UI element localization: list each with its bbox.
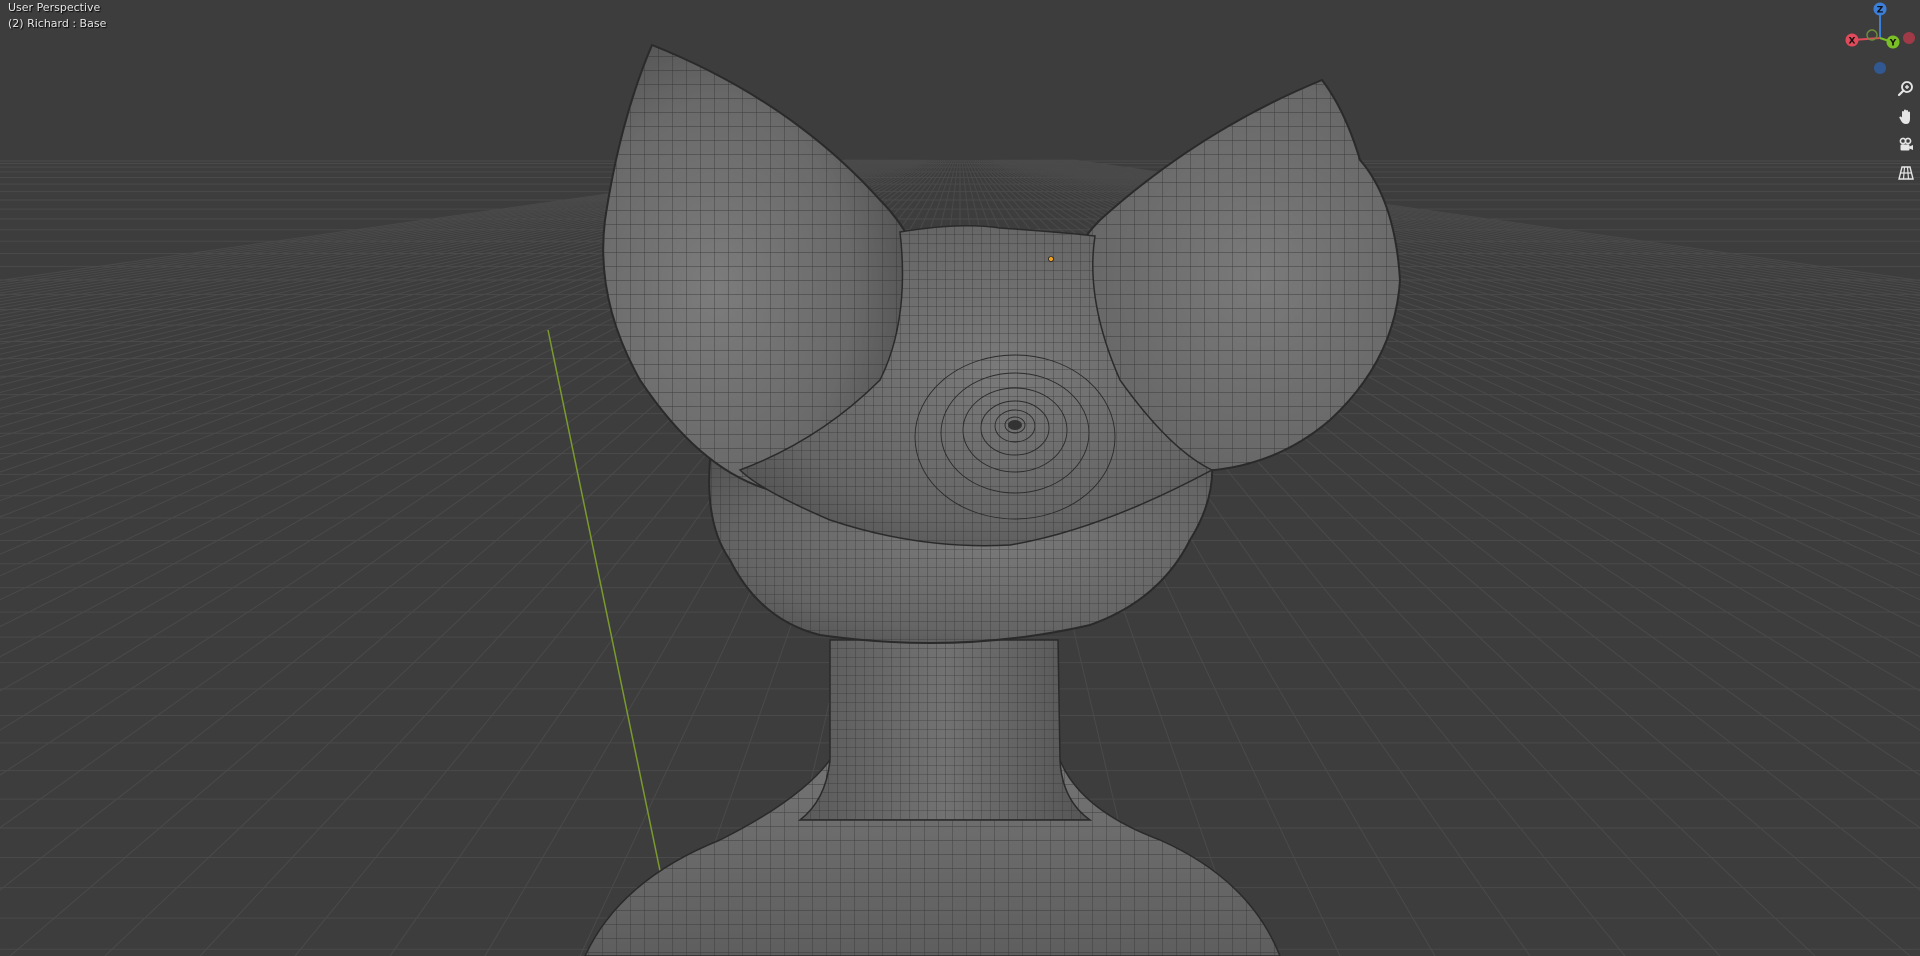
zoom-button[interactable] bbox=[1894, 77, 1918, 101]
nose-center bbox=[1008, 420, 1022, 430]
gizmo-y-label: Y bbox=[1889, 39, 1897, 49]
gizmo-z-handle[interactable]: Z bbox=[1873, 2, 1887, 16]
camera-view-button[interactable] bbox=[1894, 133, 1918, 157]
camera-icon bbox=[1899, 137, 1913, 151]
mesh-neck[interactable] bbox=[797, 639, 1093, 821]
gizmo-neg-z-handle[interactable] bbox=[1874, 62, 1886, 74]
scene-canvas[interactable] bbox=[0, 0, 1920, 956]
orthographic-toggle-button[interactable] bbox=[1894, 161, 1918, 185]
gizmo-x-handle[interactable]: X bbox=[1845, 33, 1859, 47]
pan-button[interactable] bbox=[1894, 105, 1918, 129]
object-info-label: (2) Richard : Base bbox=[8, 17, 107, 30]
object-origin-dot bbox=[1048, 256, 1054, 262]
navigation-gizmo[interactable]: Z Y X bbox=[1842, 0, 1920, 78]
hand-icon bbox=[1899, 109, 1910, 124]
gizmo-x-label: X bbox=[1849, 37, 1856, 47]
grid-icon bbox=[1898, 166, 1914, 180]
gizmo-y-handle[interactable]: Y bbox=[1886, 35, 1900, 49]
view-name-label: User Perspective bbox=[8, 1, 101, 14]
3d-viewport[interactable]: User Perspective (2) Richard : Base Z Y … bbox=[0, 0, 1920, 956]
gizmo-neg-x-handle[interactable] bbox=[1903, 32, 1915, 44]
gizmo-z-label: Z bbox=[1877, 6, 1884, 16]
zoom-icon bbox=[1897, 81, 1913, 97]
